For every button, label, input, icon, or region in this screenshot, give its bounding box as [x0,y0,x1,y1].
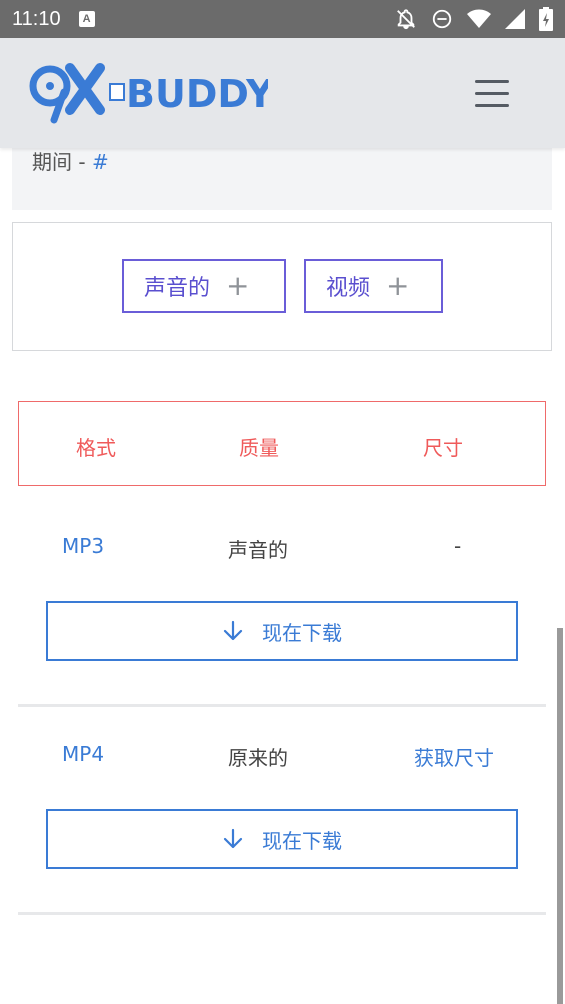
download-now-button[interactable]: 现在下载 [46,601,518,661]
page-scrollbar[interactable] [557,628,563,1004]
audio-type-label: 声音的 [144,276,211,301]
period-label: 期间 - # [32,146,109,175]
do-not-disturb-icon [431,8,453,30]
app-header: BUDDY [0,38,565,148]
arrow-down-icon [223,620,243,641]
table-header: 格式 质量 尺寸 [18,401,546,486]
audio-type-button[interactable]: 声音的 + [122,259,286,313]
signal-icon [505,9,525,29]
download-label: 现在下载 [262,828,342,853]
download-label: 现在下载 [262,620,342,645]
hamburger-menu-icon[interactable] [475,80,509,108]
row-divider [18,704,546,707]
get-size-link[interactable]: 获取尺寸 [414,742,494,771]
svg-text:BUDDY: BUDDY [126,72,268,116]
row-quality: 原来的 [228,746,288,770]
row-divider [18,912,546,915]
status-time: 11:10 [12,7,61,30]
row-quality: 声音的 [228,538,288,562]
video-type-button[interactable]: 视频 + [304,259,443,313]
period-value[interactable]: # [92,150,109,174]
row-size: - [454,534,462,558]
wifi-icon [467,9,491,29]
video-type-label: 视频 [326,276,371,301]
notifications-off-icon [395,8,417,30]
row-format: MP4 [62,742,105,766]
notification-badge: A [78,11,95,27]
media-type-selector: 声音的 + 视频 + [12,222,552,351]
status-bar: 11:10 A [0,0,565,38]
header-format: 格式 [76,436,116,460]
period-info: 期间 - # [12,148,552,210]
battery-charging-icon [539,7,553,31]
arrow-down-icon [223,828,243,849]
header-quality: 质量 [239,436,279,460]
download-now-button[interactable]: 现在下载 [46,809,518,869]
row-format: MP3 [62,534,105,558]
status-icons [395,7,553,31]
plus-icon: + [226,269,250,302]
header-size: 尺寸 [423,436,463,460]
plus-icon: + [386,269,410,302]
site-logo[interactable]: BUDDY [28,62,274,128]
period-text: 期间 - [32,150,92,174]
